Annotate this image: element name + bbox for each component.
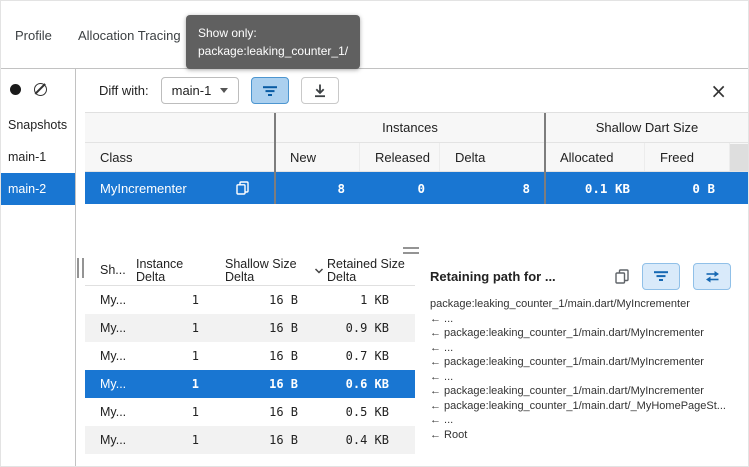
cell-released: 0 (360, 172, 440, 204)
retaining-path-line: ← package:leaking_counter_1/main.dart/My… (430, 384, 739, 399)
retaining-path-line: ← ... (430, 413, 739, 428)
tab-profile[interactable]: Profile (15, 28, 52, 43)
column-header-new[interactable]: New (275, 143, 360, 171)
chevron-down-icon (220, 88, 228, 93)
retaining-path-line: ← package:leaking_counter_1/main.dart/_M… (430, 399, 739, 414)
tooltip-line-1: Show only: (198, 24, 348, 42)
column-group-divider (544, 113, 546, 204)
sidebar-item-main-1[interactable]: main-1 (0, 141, 75, 173)
table-row-selected[interactable]: My... 1 16 B 0.6 KB (85, 370, 415, 398)
download-snapshot-button[interactable] (301, 77, 339, 104)
filter-tooltip: Show only: package:leaking_counter_1/ (186, 15, 360, 69)
retaining-path-list: package:leaking_counter_1/main.dart/MyIn… (420, 296, 749, 443)
filter-path-button[interactable] (642, 263, 680, 290)
retaining-path-line: ← ... (430, 341, 739, 356)
column-header-allocated[interactable]: Allocated (545, 143, 645, 171)
bottom-section: Sh... Instance Delta Shallow Size Delta … (85, 256, 749, 467)
table-row[interactable]: My... 1 16 B 1 KB (85, 286, 415, 314)
tooltip-line-2: package:leaking_counter_1/ (198, 42, 348, 60)
retaining-path-line: ← package:leaking_counter_1/main.dart/My… (430, 355, 739, 370)
table-row[interactable]: My... 1 16 B 0.7 KB (85, 342, 415, 370)
retaining-path-line: ← package:leaking_counter_1/main.dart/My… (430, 326, 739, 341)
detail-classes-table: Sh... Instance Delta Shallow Size Delta … (85, 256, 415, 467)
tab-bar: Profile Allocation Tracing (0, 0, 749, 68)
table-group-header-row: Instances Shallow Dart Size (85, 113, 749, 143)
retaining-path-line: ← ... (430, 370, 739, 385)
download-icon (312, 83, 328, 99)
vertical-splitter-handle[interactable] (77, 258, 84, 278)
table-row[interactable]: My... 1 16 B 0.9 KB (85, 314, 415, 342)
table-header-row: Class New Released Delta Allocated Freed (85, 143, 749, 172)
retaining-path-line: package:leaking_counter_1/main.dart/MyIn… (430, 297, 739, 312)
column-header-freed[interactable]: Freed (645, 143, 730, 171)
column-header-released[interactable]: Released (360, 143, 440, 171)
horizontal-splitter-handle[interactable] (403, 247, 419, 254)
sidebar-item-main-2[interactable]: main-2 (0, 173, 75, 205)
diff-classes-table: Instances Shallow Dart Size Class New Re… (85, 113, 749, 204)
table-row[interactable]: My... 1 16 B 0.4 KB (85, 426, 415, 454)
column-header-delta[interactable]: Delta (440, 143, 545, 171)
diff-toolbar: Diff with: main-1 × (85, 69, 749, 113)
invert-path-button[interactable] (693, 263, 731, 290)
snapshots-heading: Snapshots (0, 109, 75, 141)
cell-freed: 0 B (645, 172, 730, 204)
retaining-path-title: Retaining path for ... (430, 269, 602, 284)
diff-panel: Diff with: main-1 × Instances Shallow (85, 69, 749, 467)
clear-snapshots-icon[interactable] (34, 83, 47, 96)
detail-table-header: Sh... Instance Delta Shallow Size Delta … (85, 256, 415, 286)
column-header-class-truncated[interactable]: Sh... (85, 256, 130, 285)
snapshots-sidebar: Snapshots main-1 main-2 (0, 69, 76, 467)
swap-horizontal-icon (704, 270, 721, 283)
cell-new: 8 (275, 172, 360, 204)
diff-with-dropdown[interactable]: main-1 (161, 77, 240, 104)
copy-icon[interactable] (236, 181, 249, 195)
diff-with-value: main-1 (172, 83, 212, 98)
column-header-shallow-size-delta[interactable]: Shallow Size Delta (215, 256, 310, 285)
column-header-retained-size-delta[interactable]: Retained Size Delta (310, 256, 415, 285)
cell-allocated: 0.1 KB (545, 172, 645, 204)
retaining-path-panel: Retaining path for ... (420, 256, 749, 467)
table-row[interactable]: My... 1 16 B 0.5 KB (85, 398, 415, 426)
column-header-class[interactable]: Class (85, 143, 275, 171)
sidebar-actions (0, 69, 75, 109)
detail-table-body: My... 1 16 B 1 KB My... 1 16 B 0.9 KB My… (85, 286, 415, 454)
filter-list-icon (653, 268, 669, 284)
table-scrollbar[interactable] (730, 144, 748, 171)
record-snapshot-icon[interactable] (10, 84, 21, 95)
close-icon[interactable]: × (702, 81, 735, 101)
group-header-instances: Instances (275, 113, 545, 142)
copy-icon[interactable] (615, 269, 629, 284)
retaining-path-line: ← Root (430, 428, 739, 443)
retaining-path-line: ← ... (430, 312, 739, 327)
filter-list-icon (262, 83, 278, 99)
diff-with-label: Diff with: (99, 83, 149, 98)
column-group-divider (274, 113, 276, 204)
column-header-instance-delta[interactable]: Instance Delta (130, 256, 215, 285)
table-row[interactable]: MyIncrementer 8 0 8 0.1 KB 0 B (85, 172, 749, 204)
retaining-path-header: Retaining path for ... (420, 256, 749, 296)
cell-delta: 8 (440, 172, 545, 204)
sort-chevron-down-icon (314, 267, 324, 275)
group-header-shallow-dart-size: Shallow Dart Size (545, 113, 749, 142)
filter-classes-button[interactable] (251, 77, 289, 104)
tab-allocation-tracing[interactable]: Allocation Tracing (78, 28, 181, 43)
class-name: MyIncrementer (100, 181, 187, 196)
